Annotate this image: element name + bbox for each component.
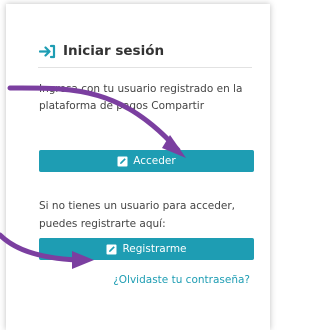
annotation-arrow-acceder — [7, 85, 186, 158]
annotation-arrows — [0, 85, 186, 269]
annotation-arrow-registrarme — [0, 232, 94, 269]
